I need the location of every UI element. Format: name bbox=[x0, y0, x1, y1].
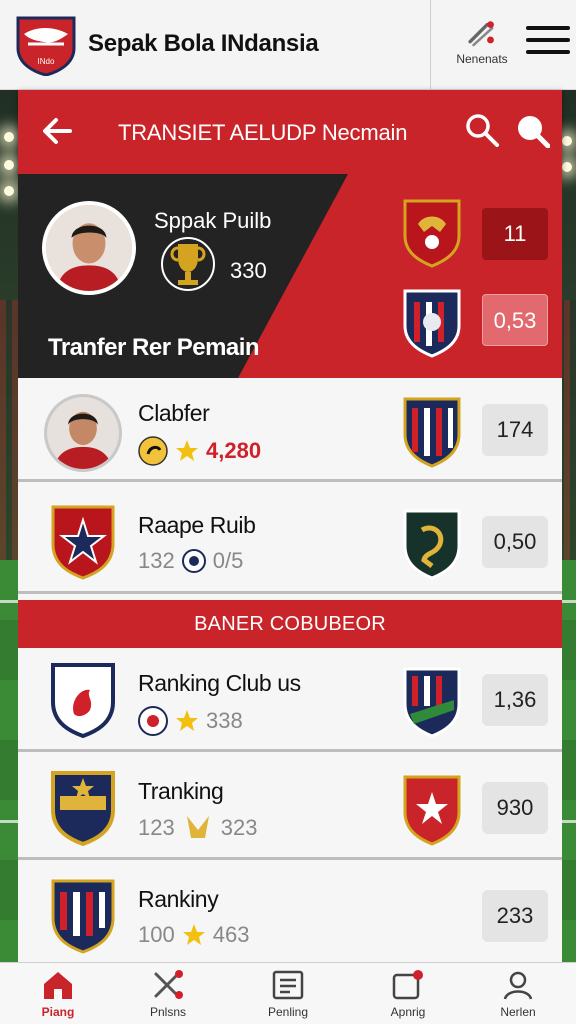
header-divider bbox=[430, 0, 431, 90]
hero-caption: Tranfer Rer Pemain bbox=[48, 334, 260, 361]
trophy-value: 330 bbox=[230, 258, 267, 283]
hamburger-menu-button[interactable] bbox=[526, 26, 570, 62]
list-item[interactable]: Tranking 123 323 930 bbox=[18, 756, 562, 860]
back-button[interactable] bbox=[40, 114, 74, 148]
list-item-title: Raape Ruib bbox=[138, 512, 256, 538]
arrow-left-icon bbox=[43, 118, 72, 144]
page-titlebar: TRANSIET AELUDP Necmain bbox=[18, 90, 562, 174]
brand-logo[interactable]: INdo bbox=[14, 14, 78, 77]
nav-item-ranking[interactable]: Penling bbox=[248, 969, 328, 1019]
notification-icon bbox=[392, 970, 423, 1000]
search-icon bbox=[518, 116, 551, 149]
list-item-meta: 123 323 bbox=[138, 814, 257, 842]
nav-label: Penling bbox=[267, 1005, 309, 1019]
club-crest[interactable] bbox=[402, 774, 462, 846]
club-crest[interactable] bbox=[402, 198, 462, 268]
search-button[interactable] bbox=[464, 112, 500, 148]
nav-label: Pnlsns bbox=[149, 1005, 187, 1019]
nav-item-alerts[interactable]: Apnrig bbox=[368, 969, 448, 1019]
meta-value: 100 bbox=[138, 922, 175, 947]
page-title: TRANSIET AELUDP Necmain bbox=[118, 120, 408, 145]
filter-search-button[interactable] bbox=[516, 114, 551, 149]
nav-label: Nerlen bbox=[500, 1005, 536, 1019]
list-item-meta: 132 0/5 bbox=[138, 548, 243, 574]
club-crest[interactable] bbox=[402, 288, 462, 358]
star-icon bbox=[176, 710, 198, 731]
meta-value: 4,280 bbox=[206, 438, 262, 463]
ranking-list: Clabfer 4,280 174 Raape Ruib 132 0/5 0,5… bbox=[18, 378, 562, 962]
list-item-title: Ranking Club us bbox=[138, 670, 301, 696]
notifications-label: Nenenats bbox=[456, 52, 508, 66]
list-item[interactable]: Ranking Club us 338 1,36 bbox=[18, 648, 562, 752]
club-crest bbox=[50, 662, 116, 739]
stat-box: 930 bbox=[482, 782, 548, 834]
list-item[interactable]: Raape Ruib 132 0/5 0,50 bbox=[18, 490, 562, 594]
stat-box: 233 bbox=[482, 890, 548, 942]
list-item[interactable]: Rankiny 100 463 233 bbox=[18, 864, 562, 968]
avatar bbox=[44, 394, 122, 472]
meta-value: 463 bbox=[212, 922, 250, 947]
list-item[interactable]: Clabfer 4,280 174 bbox=[18, 378, 562, 482]
meta-value: 132 bbox=[138, 548, 175, 573]
whistle-icon bbox=[468, 21, 494, 47]
nav-item-profile[interactable]: Nerlen bbox=[478, 969, 558, 1019]
list-item-meta: 100 463 bbox=[138, 922, 249, 948]
ball-icon bbox=[181, 549, 206, 573]
club-crest[interactable] bbox=[402, 396, 462, 468]
nav-item-players[interactable]: Pnlsns bbox=[128, 969, 208, 1019]
stadium-light bbox=[562, 162, 572, 172]
menu-icon bbox=[526, 26, 570, 30]
star-icon bbox=[182, 924, 205, 945]
profile-icon bbox=[503, 971, 533, 1000]
stat-box: 0,50 bbox=[482, 516, 548, 568]
avatar bbox=[42, 201, 136, 295]
star-icon bbox=[176, 440, 198, 461]
list-item-title: Tranking bbox=[138, 778, 224, 804]
list-item-title: Rankiny bbox=[138, 886, 219, 912]
club-crest[interactable] bbox=[402, 508, 462, 580]
svg-text:INdo: INdo bbox=[38, 57, 55, 66]
ball-icon bbox=[138, 706, 168, 736]
app-title: Sepak Bola INdansia bbox=[88, 30, 319, 57]
meta-value: 323 bbox=[220, 815, 258, 840]
bottom-navigation: Piang Pnlsns Penling Apnrig Nerlen bbox=[0, 962, 576, 1024]
nav-label: Apnrig bbox=[390, 1005, 426, 1019]
stadium-light bbox=[562, 136, 572, 146]
search-icon bbox=[466, 114, 499, 147]
featured-transfer-card[interactable]: Sppak Puilb 330 Tranfer Rer Pemain 11 0,… bbox=[18, 174, 562, 378]
home-icon bbox=[44, 972, 72, 999]
list-icon bbox=[272, 970, 304, 1000]
notifications-button[interactable]: Nenenats bbox=[452, 18, 512, 66]
stat-box: 0,53 bbox=[482, 294, 548, 346]
trophy-icon bbox=[186, 816, 209, 838]
club-crest bbox=[50, 770, 116, 847]
nav-item-home[interactable]: Piang bbox=[18, 969, 98, 1019]
stat-box: 174 bbox=[482, 404, 548, 456]
nav-label: Piang bbox=[41, 1005, 75, 1019]
trophy-icon bbox=[158, 236, 218, 292]
list-item-meta: 4,280 bbox=[138, 436, 261, 466]
club-crest[interactable] bbox=[402, 666, 462, 738]
menu-icon bbox=[526, 38, 570, 42]
menu-icon bbox=[526, 50, 570, 54]
meta-value: 0/5 bbox=[212, 548, 244, 573]
app-header: INdo Sepak Bola INdansia Nenenats bbox=[0, 0, 576, 90]
stat-box: 1,36 bbox=[482, 674, 548, 726]
player-name: Sppak Puilb bbox=[154, 208, 272, 233]
list-item-title: Clabfer bbox=[138, 400, 210, 426]
stadium-light bbox=[4, 132, 14, 142]
meta-value: 123 bbox=[138, 815, 175, 840]
meta-value: 338 bbox=[206, 708, 243, 733]
stadium-light bbox=[4, 160, 14, 170]
stat-box: 11 bbox=[482, 208, 548, 260]
whistle-icon bbox=[138, 436, 168, 466]
club-crest bbox=[50, 878, 116, 954]
whistle-icon bbox=[154, 970, 183, 999]
section-banner[interactable]: BANER COBUBEOR bbox=[18, 600, 562, 648]
list-item-meta: 338 bbox=[138, 706, 243, 736]
stadium-light bbox=[4, 186, 14, 196]
club-crest bbox=[50, 504, 116, 580]
